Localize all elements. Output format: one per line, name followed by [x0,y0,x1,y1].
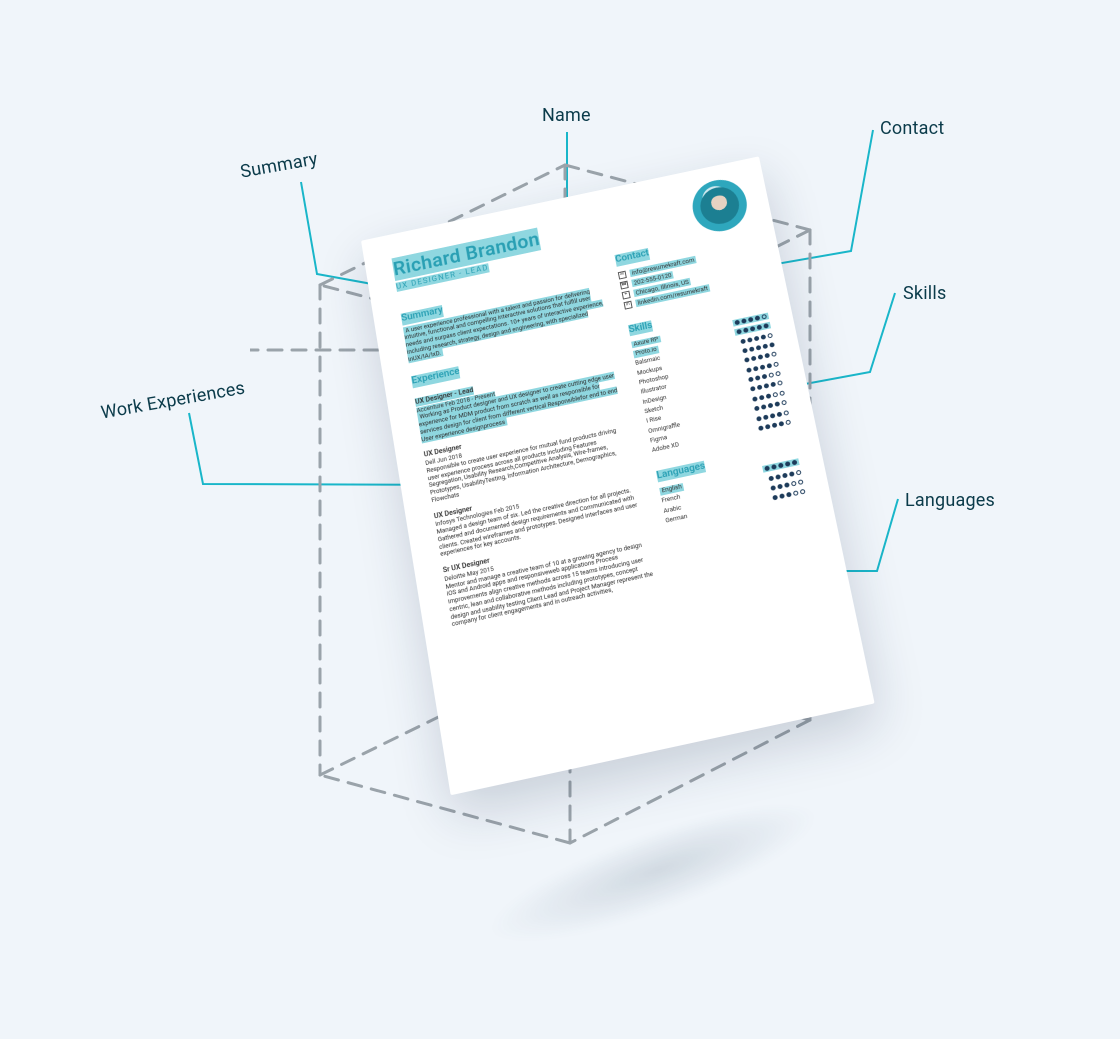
resume-page: Richard Brandon UX DESIGNER - LEAD Summa… [361,156,875,795]
diagram-stage: Summary Name Contact Skills Work Experie… [0,0,1120,1039]
pin-icon: ⌖ [621,290,630,299]
linkedin-icon: in [623,300,632,309]
mail-icon: ✉ [618,270,627,279]
scene-3d: Richard Brandon UX DESIGNER - LEAD Summa… [320,140,840,900]
phone-icon: ☎ [620,280,629,289]
job-body: Mentor and manage a creative team of 10 … [445,540,657,629]
resume-left-column: Summary A user experience professional w… [399,259,658,629]
contact-heading: Contact [614,248,650,266]
skills-heading: Skills [628,320,654,336]
summary-text: A user experience professional with a ta… [403,286,607,364]
language-name: German [665,513,688,525]
